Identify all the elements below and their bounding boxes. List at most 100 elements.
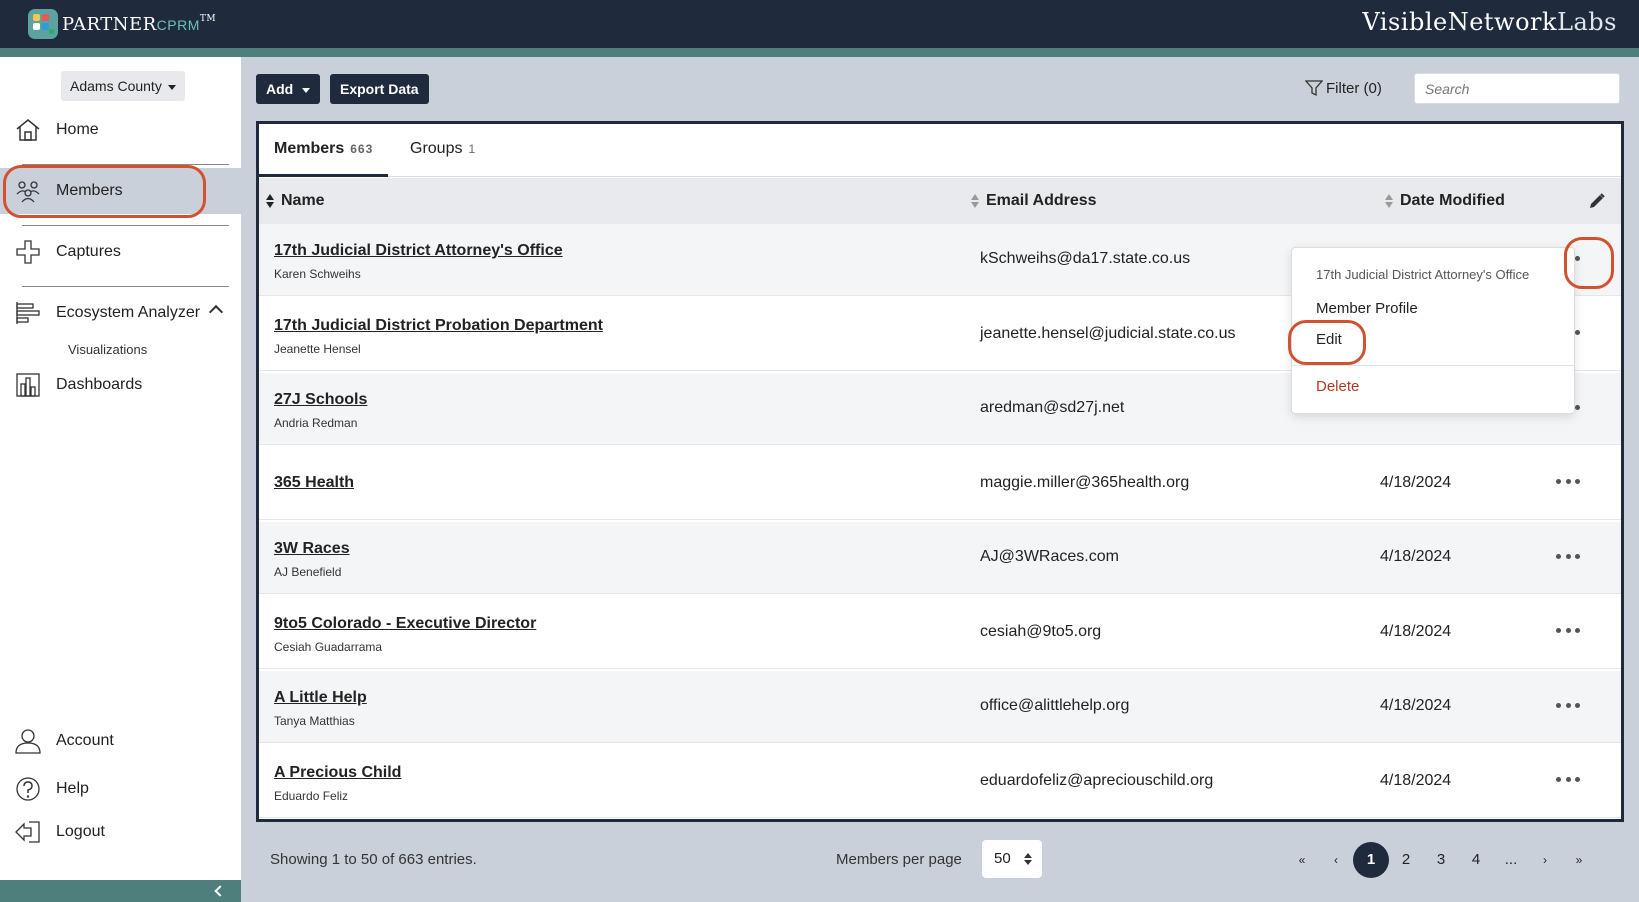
tab-members[interactable]: Members 663	[259, 124, 389, 177]
highlight-ring-edit	[1288, 320, 1366, 365]
table-row: 9to5 Colorado - Executive Director Cesiah…	[259, 597, 1621, 669]
row-actions-ellipsis-icon[interactable]	[1556, 550, 1580, 562]
member-date-modified: 4/18/2024	[1380, 473, 1452, 491]
brand-name: PARTNERCPRMTM	[62, 13, 217, 35]
member-name-link[interactable]: 17th Judicial District Probation Departm…	[274, 317, 603, 335]
caret-down-icon	[302, 87, 311, 93]
per-page-label: Members per page	[836, 851, 962, 868]
member-date-modified: 4/18/2024	[1380, 771, 1452, 789]
member-name-link[interactable]: 9to5 Colorado - Executive Director	[274, 615, 536, 633]
member-email: eduardofeliz@apreciouschild.org	[980, 771, 1214, 789]
member-email: jeanette.hensel@judicial.state.co.us	[980, 324, 1236, 342]
member-date-modified: 4/18/2024	[1380, 622, 1452, 640]
caret-down-icon	[167, 84, 176, 90]
member-contact: Cesiah Guadarrama	[274, 639, 383, 654]
page-button[interactable]: 3	[1423, 842, 1459, 878]
sort-icon[interactable]	[971, 194, 979, 208]
member-email: office@alittlehelp.org	[980, 697, 1130, 714]
sidebar-item-home[interactable]: Home	[0, 107, 241, 153]
header-stripe	[0, 48, 1639, 57]
chevron-left-icon	[214, 885, 226, 897]
edit-columns-pencil-icon[interactable]	[1588, 192, 1606, 210]
table-row: 365 Health maggie.miller@365health.org 4/1…	[259, 448, 1621, 520]
sidebar-item-captures[interactable]: Captures	[0, 229, 241, 275]
member-contact: Andria Redman	[274, 416, 358, 430]
member-email: kSchweihs@da17.state.co.us	[980, 250, 1191, 267]
nav-divider	[22, 225, 229, 226]
member-email: AJ@3WRaces.com	[980, 548, 1119, 565]
members-panel: Members 663 Groups 1 Name Email Address Da…	[256, 121, 1624, 822]
nav-divider	[22, 286, 229, 287]
sidebar-item-help[interactable]: Help	[0, 766, 241, 812]
table-row: A Little Help Tanya Matthias office@alittl…	[259, 671, 1621, 743]
sidebar-item-ecosystem-analyzer[interactable]: Ecosystem Analyzer	[0, 290, 241, 336]
filter-button[interactable]: Filter (0)	[1305, 79, 1382, 97]
member-date-modified: 4/18/2024	[1380, 548, 1452, 565]
member-contact: Tanya Matthias	[274, 714, 355, 728]
logout-icon	[15, 821, 40, 843]
org-selector[interactable]: Adams County	[61, 71, 185, 101]
tab-bar: Members 663 Groups 1	[259, 124, 1621, 177]
menu-item-delete[interactable]: Delete	[1316, 378, 1359, 395]
member-contact: Eduardo Feliz	[274, 788, 349, 803]
sidebar-item-account[interactable]: Account	[0, 718, 241, 764]
row-actions-ellipsis-icon[interactable]	[1556, 625, 1580, 637]
ecosystem-analyzer-icon	[16, 302, 40, 324]
member-contact: Jeanette Hensel	[274, 341, 361, 356]
member-date-modified: 4/18/2024	[1380, 697, 1452, 714]
sidebar-subitem-visualizations[interactable]: Visualizations	[68, 342, 147, 357]
filter-icon	[1305, 80, 1323, 97]
page-button[interactable]: 4	[1458, 842, 1494, 878]
select-arrows-icon	[1024, 853, 1032, 865]
dashboards-icon	[16, 373, 40, 397]
search-input[interactable]	[1414, 73, 1620, 104]
sidebar-collapse-button[interactable]	[0, 880, 241, 902]
sort-icon[interactable]	[266, 194, 274, 208]
per-page-select[interactable]: 50	[982, 840, 1042, 878]
sort-icon[interactable]	[1385, 194, 1393, 208]
row-actions-ellipsis-icon[interactable]	[1556, 774, 1580, 786]
member-email: aredman@sd27j.net	[980, 399, 1125, 416]
sidebar-item-logout[interactable]: Logout	[0, 809, 241, 855]
tab-groups[interactable]: Groups 1	[410, 124, 476, 177]
member-contact: Karen Schweihs	[274, 267, 361, 281]
menu-title: 17th Judicial District Attorney's Office	[1316, 267, 1530, 282]
member-name-link[interactable]: 3W Races	[274, 540, 350, 558]
sidebar-item-dashboards[interactable]: Dashboards	[0, 362, 241, 408]
table-row: 3W Races AJ Benefield AJ@3WRaces.com 4/18/2…	[259, 522, 1621, 594]
member-contact: AJ Benefield	[274, 565, 342, 579]
column-header-email[interactable]: Email Address	[986, 192, 1097, 210]
page-button[interactable]: ‹	[1318, 842, 1354, 878]
page-button[interactable]: 1	[1353, 842, 1389, 878]
page-button: ...	[1504, 851, 1518, 868]
member-name-link[interactable]: A Precious Child	[274, 764, 401, 782]
member-email: maggie.miller@365health.org	[980, 473, 1190, 491]
export-data-button[interactable]: Export Data	[330, 74, 429, 104]
entries-count: Showing 1 to 50 of 663 entries.	[270, 851, 477, 868]
member-name-link[interactable]: 27J Schools	[274, 391, 367, 409]
vendor-logo: VisibleNetworkLabs	[1362, 8, 1617, 36]
page-button[interactable]: 2	[1388, 842, 1424, 878]
page-button[interactable]: »	[1561, 842, 1597, 878]
brand-logo[interactable]: PARTNERCPRMTM	[28, 8, 216, 40]
highlight-ring-row-menu	[1564, 237, 1614, 289]
page-button[interactable]: ›	[1527, 842, 1563, 878]
row-actions-ellipsis-icon[interactable]	[1556, 476, 1580, 488]
account-icon	[15, 729, 41, 754]
partner-logo-icon	[28, 9, 58, 39]
highlight-ring-members	[3, 165, 206, 218]
table-row: A Precious Child Eduardo Feliz eduardofeli…	[259, 746, 1621, 818]
captures-icon	[16, 240, 40, 264]
column-header-name[interactable]: Name	[281, 192, 325, 210]
member-name-link[interactable]: A Little Help	[274, 689, 367, 707]
member-email: cesiah@9to5.org	[980, 622, 1102, 640]
menu-item-member-profile[interactable]: Member Profile	[1316, 300, 1418, 317]
column-header-date-modified[interactable]: Date Modified	[1400, 192, 1505, 210]
chevron-up-icon[interactable]	[208, 304, 224, 320]
row-actions-ellipsis-icon[interactable]	[1556, 699, 1580, 711]
page-button[interactable]: «	[1284, 842, 1320, 878]
member-name-link[interactable]: 365 Health	[274, 474, 354, 492]
member-name-link[interactable]: 17th Judicial District Attorney's Office	[274, 242, 563, 260]
home-icon	[16, 119, 40, 141]
add-button[interactable]: Add	[256, 74, 321, 104]
